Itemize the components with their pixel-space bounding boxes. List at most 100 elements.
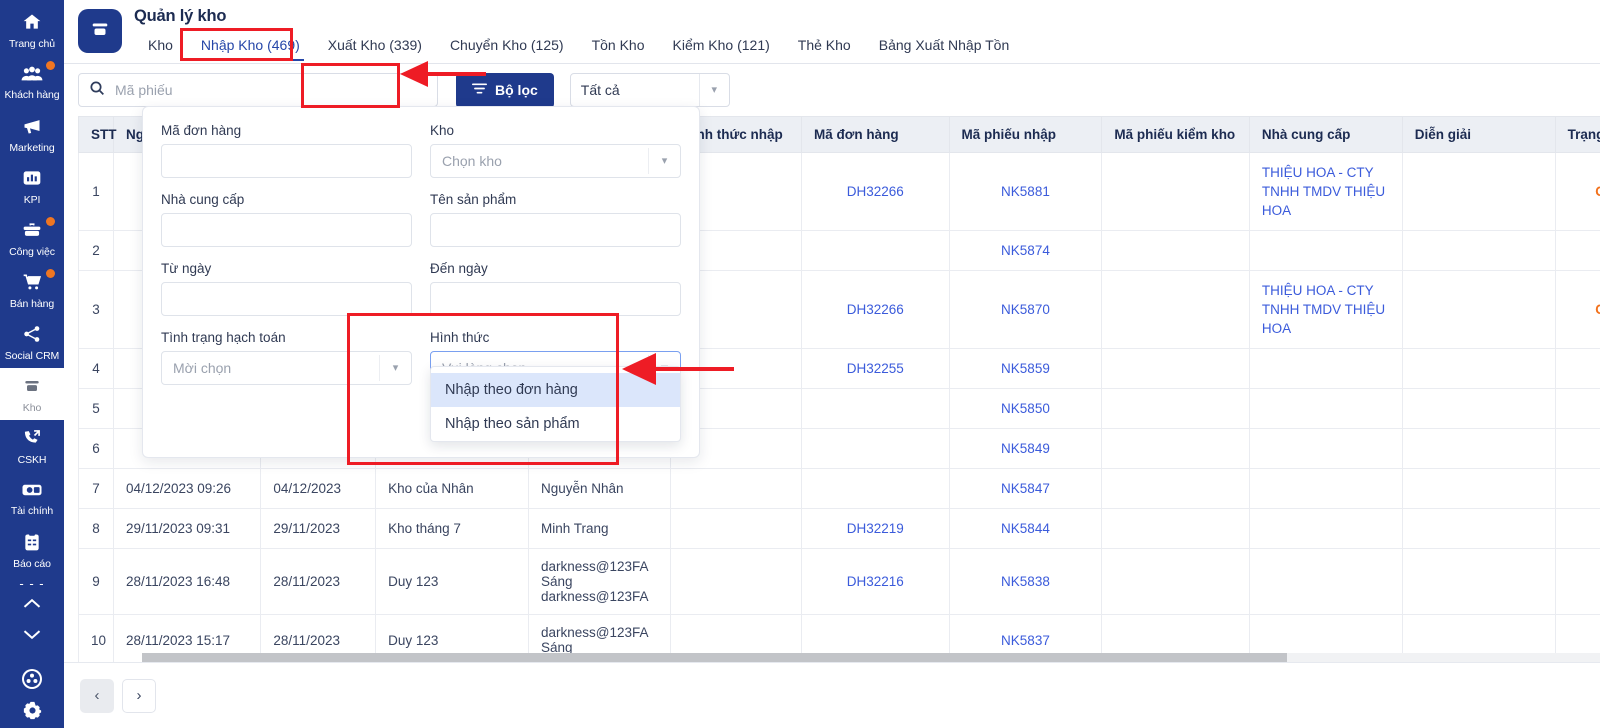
ten-san-pham-input[interactable] (430, 213, 681, 247)
tab-ton-kho[interactable]: Tồn Kho (578, 33, 659, 61)
tab-kiem-kho[interactable]: Kiểm Kho (121) (659, 33, 784, 61)
field-label: Tình trạng hạch toán (161, 330, 286, 345)
sidebar-globe-button[interactable] (0, 666, 64, 697)
field-tinh-trang-hach-toan: Tình trạng hạch toán Mời chọn ▾ (161, 330, 412, 399)
chevron-down-icon: ▾ (648, 148, 680, 174)
sidebar-collapse-down-button[interactable] (0, 621, 64, 652)
col-stt[interactable]: STT (78, 116, 117, 153)
ma-don-hang-link[interactable]: DH32266 (847, 302, 904, 317)
sidebar-settings-button[interactable] (0, 697, 64, 728)
ma-phieu-nhap-link[interactable]: NK5850 (1001, 401, 1050, 416)
tab-chuyen-kho[interactable]: Chuyển Kho (125) (436, 33, 578, 61)
hinh-thuc-dropdown-menu: Nhập theo đơn hàng Nhập theo sản phẩm (430, 366, 681, 442)
tinh-trang-hach-toan-select[interactable]: Mời chọn ▾ (161, 351, 412, 385)
scrollbar-thumb[interactable] (142, 653, 1287, 662)
chevron-left-icon: ‹ (94, 687, 100, 704)
cell-stt: 6 (78, 428, 114, 469)
cell-trang-thai: Đã nhập (1554, 548, 1600, 615)
dropdown-option-nhap-theo-don-hang[interactable]: Nhập theo đơn hàng (431, 373, 680, 407)
chevron-down-icon[interactable]: ▾ (698, 74, 729, 106)
sidebar-item-trang-chu[interactable]: Trang chủ (0, 4, 64, 56)
cell-nha-cung-cap (1248, 388, 1403, 429)
ma-don-hang-link[interactable]: DH32266 (847, 184, 904, 199)
nha-cung-cap-input[interactable] (161, 213, 412, 247)
cell-ngay-tao: 29/11/2023 09:31 (112, 508, 262, 549)
col-ma-phieu-kiem-kho[interactable]: Mã phiếu kiểm kho (1101, 116, 1250, 153)
chevron-up-icon (22, 597, 42, 615)
cell-dien-giai (1401, 348, 1556, 389)
sidebar-item-kho[interactable]: Kho (0, 368, 64, 420)
tu-ngay-input[interactable] (161, 282, 412, 316)
ma-phieu-nhap-link[interactable]: NK5881 (1001, 184, 1050, 199)
tab-nhap-kho[interactable]: Nhập Kho (469) (187, 33, 314, 61)
sidebar-item-marketing[interactable]: Marketing (0, 108, 64, 160)
cell-stt: 3 (78, 270, 114, 349)
nha-cung-cap-link[interactable]: THIỆU HOA - CTY TNHH TMDV THIỆU HOA (1262, 283, 1385, 336)
nha-cung-cap-link[interactable]: THIỆU HOA - CTY TNHH TMDV THIỆU HOA (1262, 165, 1385, 218)
ma-phieu-nhap-link[interactable]: NK5844 (1001, 521, 1050, 536)
next-page-button[interactable]: › (122, 678, 156, 713)
search-box[interactable] (78, 73, 438, 107)
col-ma-phieu-nhap[interactable]: Mã phiếu nhập (948, 116, 1103, 153)
table-row[interactable]: 9 28/11/2023 16:48 28/11/2023 Duy 123 darkne… (78, 548, 1600, 615)
sidebar-collapse-up-button[interactable] (0, 590, 64, 621)
ma-phieu-nhap-link[interactable]: NK5838 (1001, 574, 1050, 589)
cell-trang-thai: Đã nhập (1554, 468, 1600, 509)
ma-phieu-nhap-link[interactable]: NK5859 (1001, 361, 1050, 376)
tab-bang-xuat-nhap-ton[interactable]: Bảng Xuất Nhập Tồn (865, 33, 1024, 61)
cell-ma-phieu-nhap: NK5859 (948, 348, 1103, 389)
cell-ngay-nhap: 28/11/2023 (260, 548, 377, 615)
col-dien-giai[interactable]: Diễn giải (1401, 116, 1556, 153)
chart-bar-icon (21, 168, 43, 192)
col-ma-don-hang[interactable]: Mã đơn hàng (801, 116, 950, 153)
den-ngay-input[interactable] (430, 282, 681, 316)
table-row[interactable]: 7 04/12/2023 09:26 04/12/2023 Kho của Nhân N… (78, 468, 1600, 509)
cell-ngay-tao: 28/11/2023 16:48 (112, 548, 262, 615)
ma-phieu-nhap-link[interactable]: NK5849 (1001, 441, 1050, 456)
ma-don-hang-link[interactable]: DH32255 (847, 361, 904, 376)
cell-ma-don-hang: DH32216 (801, 548, 950, 615)
dropdown-option-nhap-theo-san-pham[interactable]: Nhập theo sản phẩm (431, 407, 680, 441)
sidebar-item-cong-viec[interactable]: Công việc (0, 212, 64, 264)
ma-phieu-nhap-link[interactable]: NK5870 (1001, 302, 1050, 317)
col-nha-cung-cap[interactable]: Nhà cung cấp (1248, 116, 1403, 153)
sidebar-item-kpi[interactable]: KPI (0, 160, 64, 212)
cell-trang-thai: Chờ duyệt (1554, 270, 1600, 349)
cell-ma-phieu-kiem-kho (1101, 508, 1250, 549)
table-row[interactable]: 8 29/11/2023 09:31 29/11/2023 Kho tháng 7 Mi… (78, 508, 1600, 549)
ma-don-hang-link[interactable]: DH32216 (847, 574, 904, 589)
status-badge: Đã nhập (1568, 441, 1600, 456)
sidebar-item-tai-chinh[interactable]: Tài chính (0, 472, 64, 524)
phone-call-icon (20, 428, 44, 452)
status-badge: Đã nhập (1568, 361, 1600, 376)
sidebar-item-social-crm[interactable]: Social CRM (0, 316, 64, 368)
cell-ma-phieu-nhap: NK5838 (948, 548, 1103, 615)
sidebar-item-khach-hang[interactable]: Khách hàng (0, 56, 64, 108)
cell-kho: Kho của Nhân (375, 468, 529, 509)
tab-kho[interactable]: Kho (134, 33, 187, 61)
tab-xuat-kho[interactable]: Xuất Kho (339) (314, 33, 436, 61)
cell-nha-cung-cap (1248, 428, 1403, 469)
ma-phieu-nhap-link[interactable]: NK5837 (1001, 633, 1050, 648)
ma-don-hang-link[interactable]: DH32219 (847, 521, 904, 536)
filter-button[interactable]: Bộ lọc (456, 72, 554, 108)
globe-icon (20, 667, 44, 696)
ma-phieu-nhap-link[interactable]: NK5874 (1001, 243, 1050, 258)
sidebar-item-label: Kho (22, 401, 42, 414)
prev-page-button[interactable]: ‹ (80, 678, 114, 713)
tab-the-kho[interactable]: Thẻ Kho (784, 33, 865, 61)
search-input[interactable] (115, 82, 427, 98)
table-horizontal-scrollbar[interactable] (142, 653, 1600, 662)
ma-don-hang-input[interactable] (161, 144, 412, 178)
ma-phieu-nhap-link[interactable]: NK5847 (1001, 481, 1050, 496)
status-filter-select[interactable]: Tất cả ▾ (569, 73, 730, 107)
sidebar-item-label: Trang chủ (9, 37, 55, 50)
cell-nha-cung-cap (1248, 508, 1403, 549)
kho-select[interactable]: Chọn kho ▾ (430, 144, 681, 178)
col-trang-thai[interactable]: Trạng thái (1554, 116, 1600, 153)
field-tu-ngay: Từ ngày (161, 261, 412, 330)
sidebar-item-cskh[interactable]: CSKH (0, 420, 64, 472)
application-window: Trang chủ Khách hàng Marketing KPI Công … (0, 0, 1600, 728)
sidebar-item-bao-cao[interactable]: Báo cáo (0, 524, 64, 576)
sidebar-item-ban-hang[interactable]: Bán hàng (0, 264, 64, 316)
